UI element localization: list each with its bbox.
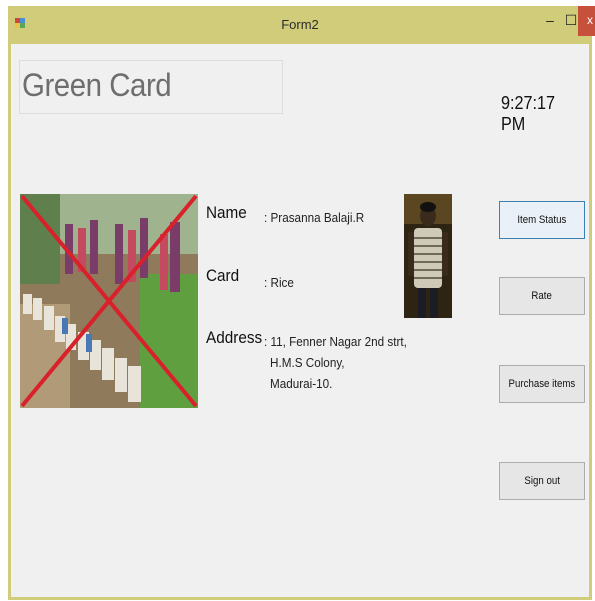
rate-button[interactable]: Rate [499,277,585,315]
purchase-items-label: Purchase items [508,378,576,390]
profile-photo [404,194,452,318]
close-button[interactable]: x [578,6,595,36]
rate-label: Rate [531,290,553,302]
address-line-1: : 11, Fenner Nagar 2nd strt, [264,334,407,349]
clock-label: 9:27:17 PM [501,93,556,134]
purchase-items-button[interactable]: Purchase items [499,365,585,403]
item-status-button[interactable]: Item Status [499,201,585,239]
page-title: Green Card [22,67,172,103]
address-line-2: H.M.S Colony, [270,355,345,370]
form2-window: Form2 – ☐ x Green Card 9:27:17 PM Name:… [8,6,595,600]
name-value: : Prasanna Balaji.R [264,210,365,225]
window-title: Form2 [281,17,319,32]
name-label: Name [206,203,247,222]
title-panel: Green Card [19,60,283,114]
title-bar[interactable]: Form2 – ☐ x [8,6,595,44]
card-value: : Rice [264,275,294,290]
sign-out-button[interactable]: Sign out [499,462,585,500]
address-label: Address [206,328,263,347]
ration-queue-image [20,194,198,408]
minimize-button[interactable]: – [540,6,560,36]
sign-out-label: Sign out [524,475,560,487]
card-label: Card [206,266,240,285]
address-line-3: Madurai-10. [270,376,333,391]
form-client-area: Green Card 9:27:17 PM Name: Prasanna Ba… [11,44,589,597]
item-status-label: Item Status [517,214,567,226]
